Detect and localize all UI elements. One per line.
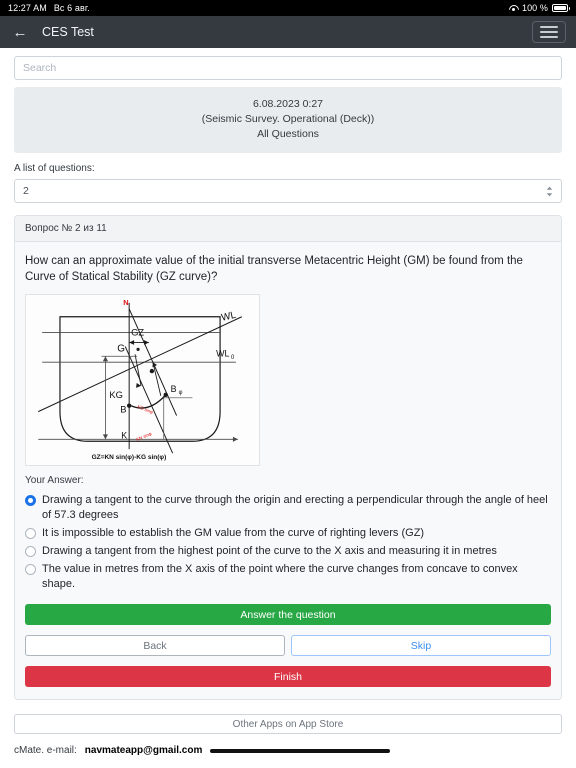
page-footer: Other Apps on App Store cMate. e-mail: n… [0,714,576,756]
question-select-value: 2 [23,185,29,197]
credit-line: cMate. e-mail: navmateapp@gmail.com [14,745,562,756]
other-apps-button[interactable]: Other Apps on App Store [14,714,562,734]
battery-full-icon [552,4,570,12]
hamburger-line [540,36,558,38]
finish-button[interactable]: Finish [25,666,551,687]
answer-option[interactable]: The value in metres from the X axis of t… [25,562,551,592]
question-counter: Вопрос № 2 из 11 [15,216,561,242]
svg-text:φ: φ [179,390,183,396]
radio-button-icon[interactable] [25,546,36,557]
chevron-up-down-icon [546,186,553,197]
status-date: Вс 6 авг. [53,3,90,13]
skip-button[interactable]: Skip [291,635,551,656]
answer-option-label: It is impossible to establish the GM val… [42,527,425,539]
answer-option-label: Drawing a tangent from the highest point… [42,545,497,557]
hamburger-menu-icon[interactable] [532,21,566,43]
status-time: 12:27 AM [8,3,47,13]
question-select[interactable]: 2 [14,179,562,203]
question-card-body: How can an approximate value of the init… [15,242,561,699]
credit-prefix: cMate. e-mail: [14,745,77,756]
your-answer-label: Your Answer: [25,475,84,486]
svg-text:WL: WL [220,310,237,324]
svg-text:KG: KG [109,390,123,400]
battery-percent-label: 100 % [521,3,548,13]
app-navbar: ← CES Test [0,16,576,48]
test-subject: (Seismic Survey. Operational (Deck)) [201,113,375,125]
page-content: 6.08.2023 0:27 (Seismic Survey. Operatio… [0,48,576,700]
status-bar-right: 100 % [508,3,570,13]
svg-text:B: B [120,405,126,415]
answer-option[interactable]: It is impossible to establish the GM val… [25,526,551,541]
figure-caption: GZ=KN sin(φ)-KG sin(φ) [92,454,167,461]
test-scope: All Questions [257,128,319,140]
answer-the-question-button[interactable]: Answer the question [25,604,551,625]
svg-text:KN sinφ: KN sinφ [135,431,152,442]
status-bar: 12:27 AM Вс 6 авг. 100 % [0,0,576,16]
ship-stability-cross-section-diagram: N GZ G WL WL 0 KG B B φ K KG sinφ KN sin… [25,294,260,466]
test-datetime: 6.08.2023 0:27 [252,98,324,110]
wifi-icon [508,4,518,12]
question-list-label: A list of questions: [14,163,95,174]
hamburger-line [540,31,558,33]
back-arrow-icon[interactable]: ← [10,22,30,42]
svg-text:GZ: GZ [131,328,144,338]
svg-text:N: N [123,298,128,307]
answer-options: Drawing a tangent to the curve through t… [25,493,551,592]
back-button[interactable]: Back [25,635,285,656]
nav-button-row: Back Skip [25,635,551,656]
answer-option[interactable]: Drawing a tangent to the curve through t… [25,493,551,523]
home-indicator [210,748,391,753]
question-card: Вопрос № 2 из 11 How can an approximate … [14,215,562,700]
radio-button-icon[interactable] [25,495,36,506]
radio-button-icon[interactable] [25,528,36,539]
radio-button-icon[interactable] [25,564,36,575]
search-input[interactable] [14,56,562,80]
page-title: CES Test [42,25,94,39]
test-info-panel: 6.08.2023 0:27 (Seismic Survey. Operatio… [14,87,562,153]
credit-email[interactable]: navmateapp@gmail.com [85,745,203,756]
svg-text:0: 0 [231,355,235,361]
svg-text:WL: WL [216,348,229,358]
question-text: How can an approximate value of the init… [25,255,523,283]
svg-text:B: B [171,384,177,394]
svg-text:K: K [121,430,127,440]
answer-option[interactable]: Drawing a tangent from the highest point… [25,544,551,559]
status-bar-left: 12:27 AM Вс 6 авг. [8,3,90,13]
answer-option-label: Drawing a tangent to the curve through t… [42,494,548,521]
answer-option-label: The value in metres from the X axis of t… [42,563,518,590]
svg-text:G: G [117,343,125,354]
hamburger-line [540,26,558,28]
